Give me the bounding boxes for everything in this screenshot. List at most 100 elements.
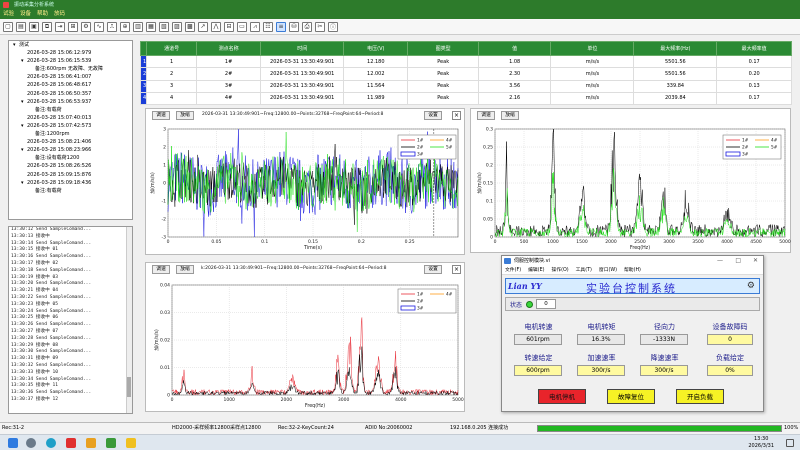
tree-item[interactable]: 2026-03-28 15:06:12:979: [9, 49, 132, 57]
notification-icon[interactable]: [786, 439, 794, 447]
cw-menu-tools[interactable]: 工具(T): [576, 266, 592, 274]
tree-item[interactable]: 2026-03-28 15:08:26:526: [9, 162, 132, 170]
menu-item-code[interactable]: 放码: [54, 10, 65, 19]
table-row[interactable]: 3 3 3# 2026-03-31 13:30:49:901 11.564 Peak 3.5…: [139, 79, 792, 93]
tree-item[interactable]: 备注:600rpm 无故障、无故障: [9, 65, 132, 73]
print-icon[interactable]: ⎙: [302, 21, 312, 32]
settings-icon[interactable]: ⚙: [81, 21, 91, 32]
trend-icon[interactable]: ↗: [198, 21, 208, 32]
tree-item[interactable]: 备注:1200rpm: [9, 130, 132, 138]
export-icon[interactable]: ⇥: [55, 21, 65, 32]
tree-item[interactable]: 2026-03-28 15:06:50:357: [9, 90, 132, 98]
load-enable-button[interactable]: 开启负载: [676, 389, 724, 404]
save-icon[interactable]: ▣: [29, 21, 39, 32]
search-icon[interactable]: [26, 438, 36, 448]
zoom-in-icon[interactable]: ⊕: [120, 21, 130, 32]
table-row[interactable]: 2 2 2# 2026-03-31 13:30:49:901 12.002 Peak 2.3…: [139, 67, 792, 81]
close-window-icon[interactable]: ✕: [753, 256, 758, 266]
tree-item[interactable]: 备注:设有载荷1200: [9, 154, 132, 162]
col-max-freq[interactable]: 最大频率(Hz): [633, 41, 718, 56]
open-file-icon[interactable]: ▤: [16, 21, 26, 32]
bar-chart3-icon[interactable]: ▧: [159, 21, 169, 32]
app-taskbar-icon[interactable]: [106, 438, 116, 448]
col-voltage[interactable]: 电压(V): [343, 41, 409, 56]
tree-item[interactable]: ▾ 2026-03-28 15:07:42:573: [9, 122, 132, 130]
chart-icon[interactable]: ⊞: [68, 21, 78, 32]
chart2-plot[interactable]: 0.30.250.20.150.10.0500 500 1000 1500 2000 25…: [471, 109, 792, 254]
labview-taskbar-icon[interactable]: [126, 438, 136, 448]
decel-rate-input[interactable]: 300r/s: [640, 365, 688, 376]
tree-item-label: 2026-03-28 15:06:53:937: [27, 98, 92, 105]
accel-rate-input[interactable]: 300r/s: [577, 365, 625, 376]
log-scroll-thumb[interactable]: [127, 377, 131, 397]
chart1-plot[interactable]: 3210-1-2-30 0.05 0.1 0.15 0.2 0.25Time(s)加(m/…: [146, 109, 466, 256]
taskbar-clock[interactable]: 13:30 2026/3/31: [748, 436, 774, 449]
log-scrollbar[interactable]: [126, 227, 132, 413]
tree-item[interactable]: ▾ 2026-03-28 15:06:53:937: [9, 98, 132, 106]
col-channel[interactable]: 通道号: [146, 41, 197, 56]
fault-reset-button[interactable]: 故障复位: [607, 389, 655, 404]
grid-icon[interactable]: ⊟: [224, 21, 234, 32]
wps-icon[interactable]: [66, 438, 76, 448]
col-max-freq-value[interactable]: 最大频率值: [716, 41, 792, 56]
database-icon[interactable]: ⛁: [289, 21, 299, 32]
windows-start-icon[interactable]: [8, 438, 18, 448]
bar-chart5-icon[interactable]: ▩: [185, 21, 195, 32]
tree-item[interactable]: 2026-03-28 15:07:40:013: [9, 114, 132, 122]
experiment-tree[interactable]: ▾ 测试 2026-03-28 15:06:12:979 ▾ 2026-03-28 15…: [8, 40, 133, 220]
spectrum-icon[interactable]: ⋀: [211, 21, 221, 32]
cw-menu-edit[interactable]: 编辑(E): [528, 266, 544, 274]
cw-menu-operate[interactable]: 操作(O): [551, 266, 568, 274]
list-icon[interactable]: ≡: [276, 21, 286, 32]
tree-item[interactable]: 2026-03-28 15:08:21:406: [9, 138, 132, 146]
col-time[interactable]: 时间: [260, 41, 345, 56]
log-panel[interactable]: 13:30:12 Send SampleComand... 13:30:13 接收…: [8, 226, 133, 414]
table-row[interactable]: 1 1 1# 2026-03-31 13:30:49:901 12.180 Peak 1.0…: [139, 54, 792, 69]
edge-browser-icon[interactable]: [46, 438, 56, 448]
cell-v: 11.564: [343, 79, 409, 93]
y-tick-label: 3: [163, 127, 166, 133]
analysis-icon[interactable]: ⎍: [107, 21, 117, 32]
menu-item-device[interactable]: 设备: [20, 10, 31, 19]
peak-icon[interactable]: ⩘: [250, 21, 260, 32]
tree-item[interactable]: ▾ 测试: [9, 41, 132, 49]
load-setpoint-input[interactable]: 0%: [707, 365, 753, 376]
tree-item[interactable]: 备注:有载荷: [9, 187, 132, 195]
tree-item[interactable]: 2026-03-28 15:09:15:876: [9, 171, 132, 179]
cw-menu-window[interactable]: 窗口(W): [599, 266, 617, 274]
image-icon[interactable]: ▭: [237, 21, 247, 32]
explorer-icon[interactable]: [86, 438, 96, 448]
table-row[interactable]: 4 4 4# 2026-03-31 13:30:49:901 11.989 Peak 2.1…: [139, 91, 792, 106]
wave-icon[interactable]: ∿: [94, 21, 104, 32]
tree-item[interactable]: ▾ 2026-03-28 15:08:23:966: [9, 146, 132, 154]
col-unit[interactable]: 单位: [550, 41, 635, 56]
minimize-icon[interactable]: —: [717, 256, 723, 266]
bar-chart-icon[interactable]: ▥: [133, 21, 143, 32]
cw-menu-file[interactable]: 文件(F): [505, 266, 521, 274]
speed-setpoint-input[interactable]: 600rpm: [514, 365, 562, 376]
col-value[interactable]: 值: [477, 41, 552, 56]
col-point-name[interactable]: 测点名称: [195, 41, 262, 56]
gear-icon[interactable]: ⚙: [747, 281, 755, 291]
copy-icon[interactable]: ⧉: [42, 21, 52, 32]
col-type[interactable]: 图类型: [407, 41, 479, 56]
bar-chart4-icon[interactable]: ▨: [172, 21, 182, 32]
table-icon[interactable]: ☷: [263, 21, 273, 32]
tree-item[interactable]: 2026-03-28 15:06:48:617: [9, 81, 132, 89]
legend-label: 5#: [446, 145, 453, 151]
menu-item-experiment[interactable]: 试验: [3, 10, 14, 19]
tree-item[interactable]: 2026-03-28 15:06:41:007: [9, 73, 132, 81]
cell-fmax: 5501.56: [633, 54, 718, 69]
bar-chart2-icon[interactable]: ▦: [146, 21, 156, 32]
cw-menu-help[interactable]: 帮助(H): [624, 266, 641, 274]
tree-item[interactable]: 备注:有载荷: [9, 106, 132, 114]
info-icon[interactable]: ⓘ: [328, 21, 338, 32]
new-file-icon[interactable]: ▢: [3, 21, 13, 32]
chart3-plot[interactable]: 0.040.030.020.0100 1000 2000 3000 4000 5000Fr…: [146, 263, 466, 413]
menu-item-help[interactable]: 帮助: [37, 10, 48, 19]
maximize-icon[interactable]: □: [735, 256, 741, 266]
motor-stop-button[interactable]: 电机停机: [538, 389, 586, 404]
tool-icon[interactable]: ✂: [315, 21, 325, 32]
tree-item[interactable]: ▾ 2026-03-28 15:09:18:436: [9, 179, 132, 187]
tree-item[interactable]: ▾ 2026-03-28 15:06:15:539: [9, 57, 132, 65]
